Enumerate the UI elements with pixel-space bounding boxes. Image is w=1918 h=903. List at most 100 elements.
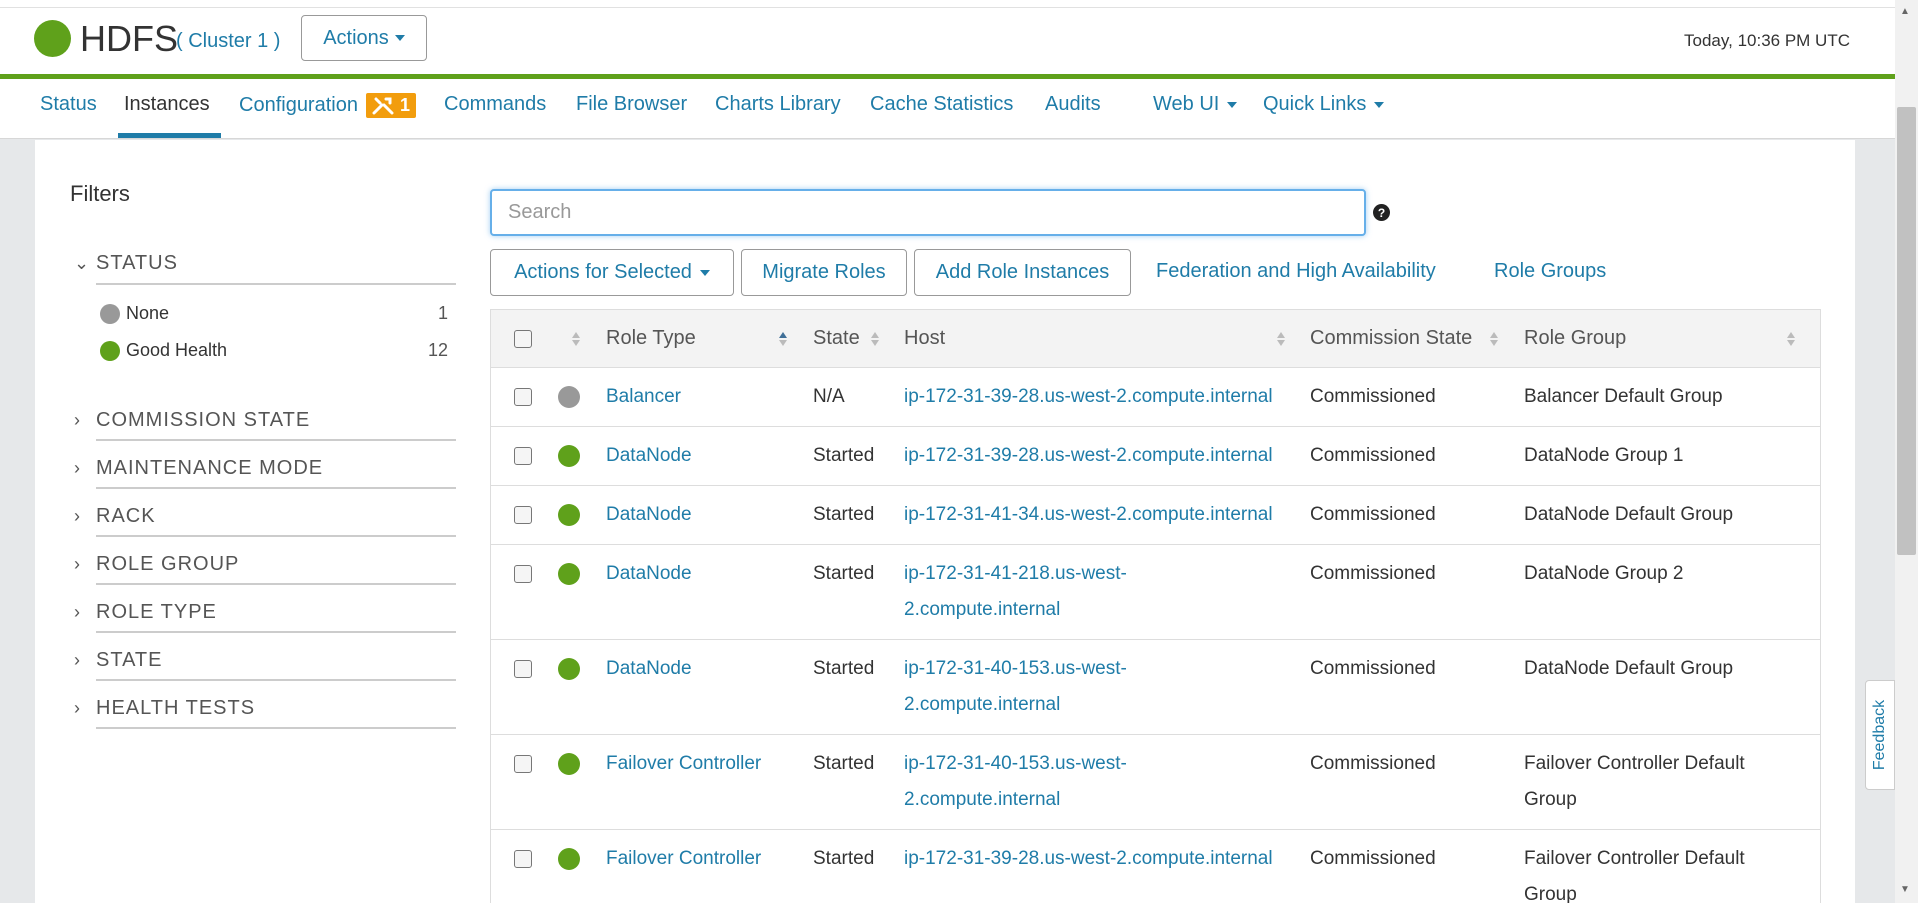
tab-audits[interactable]: Audits [1045, 93, 1101, 116]
instances-table: Role Type State Host Commission State Ro… [490, 309, 1821, 903]
host-link[interactable]: ip-172-31-39-28.us-west-2.compute.intern… [904, 841, 1294, 877]
row-checkbox[interactable] [514, 388, 532, 406]
role-group: Balancer Default Group [1524, 386, 1723, 407]
role-type-link[interactable]: DataNode [606, 438, 692, 474]
help-icon[interactable]: ? [1373, 204, 1390, 221]
sort-icon[interactable] [1787, 330, 1795, 348]
role-type-link[interactable]: DataNode [606, 651, 692, 687]
search-input[interactable] [490, 189, 1366, 236]
tab-file-browser[interactable]: File Browser [576, 93, 687, 116]
scrollbar-thumb[interactable] [1897, 107, 1916, 555]
row-checkbox[interactable] [514, 506, 532, 524]
top-strip [0, 0, 1895, 7]
host-link[interactable]: ip-172-31-41-34.us-west-2.compute.intern… [904, 497, 1294, 533]
table-row[interactable]: Balancer N/A ip-172-31-39-28.us-west-2.c… [491, 368, 1820, 427]
role-type-link[interactable]: DataNode [606, 556, 692, 592]
role-group: DataNode Group 2 [1524, 563, 1684, 584]
tab-quick-links[interactable]: Quick Links [1263, 93, 1385, 116]
divider [96, 535, 456, 537]
col-role-type[interactable]: Role Type [606, 327, 696, 350]
active-tab-indicator [118, 133, 221, 138]
sort-icon[interactable] [1490, 330, 1498, 348]
sort-icon[interactable] [1277, 330, 1285, 348]
filter-maintenance-mode-toggle[interactable]: › MAINTENANCE MODE [74, 457, 323, 480]
tab-web-ui[interactable]: Web UI [1153, 93, 1238, 116]
role-state: Started [813, 504, 875, 525]
filter-label: HEALTH TESTS [96, 697, 256, 719]
filter-state-toggle[interactable]: › STATE [74, 649, 162, 672]
role-group: DataNode Group 1 [1524, 445, 1684, 466]
filter-status-toggle[interactable]: ⌄ STATUS [74, 252, 178, 275]
service-actions-button[interactable]: Actions [301, 15, 427, 61]
row-checkbox[interactable] [514, 565, 532, 583]
filter-option-none[interactable]: None 1 [100, 303, 448, 324]
sort-icon[interactable] [871, 330, 879, 348]
caret-down-icon [1227, 101, 1238, 108]
role-group: DataNode Default Group [1524, 658, 1734, 679]
role-type-link[interactable]: Failover Controller [606, 746, 761, 782]
sort-asc-icon[interactable] [779, 330, 787, 348]
federation-link[interactable]: Federation and High Availability [1156, 260, 1436, 283]
filter-role-group-toggle[interactable]: › ROLE GROUP [74, 553, 239, 576]
add-role-instances-button[interactable]: Add Role Instances [914, 249, 1131, 296]
filter-commission-state-toggle[interactable]: › COMMISSION STATE [74, 409, 310, 432]
scroll-down-icon[interactable]: ▼ [1900, 884, 1910, 895]
col-commission-state[interactable]: Commission State [1310, 327, 1472, 350]
role-type-link[interactable]: Failover Controller [606, 841, 761, 877]
divider [96, 631, 456, 633]
col-host[interactable]: Host [904, 327, 945, 350]
tab-instances[interactable]: Instances [124, 93, 210, 116]
tab-configuration-label: Configuration [239, 94, 358, 116]
filter-option-good-health[interactable]: Good Health 12 [100, 340, 448, 361]
actions-for-selected-button[interactable]: Actions for Selected [490, 249, 734, 296]
table-row[interactable]: Failover Controller Started ip-172-31-39… [491, 830, 1820, 903]
row-checkbox[interactable] [514, 755, 532, 773]
service-health-icon [34, 20, 71, 57]
row-checkbox[interactable] [514, 850, 532, 868]
role-groups-link[interactable]: Role Groups [1494, 260, 1606, 283]
tab-charts-library[interactable]: Charts Library [715, 93, 841, 116]
scroll-up-icon[interactable]: ▲ [1900, 6, 1910, 17]
role-group: Failover Controller Default Group [1524, 753, 1745, 810]
commission-state: Commissioned [1310, 445, 1436, 466]
filter-label: ROLE TYPE [96, 601, 217, 623]
col-role-group[interactable]: Role Group [1524, 327, 1626, 350]
sort-icon[interactable] [572, 330, 580, 348]
role-state: Started [813, 848, 875, 869]
role-type-link[interactable]: DataNode [606, 497, 692, 533]
row-checkbox[interactable] [514, 447, 532, 465]
tab-configuration[interactable]: Configuration 1 [239, 93, 416, 118]
col-state[interactable]: State [813, 327, 860, 350]
tab-cache-statistics[interactable]: Cache Statistics [870, 93, 1013, 116]
table-row[interactable]: DataNode Started ip-172-31-41-218.us-wes… [491, 545, 1820, 640]
table-row[interactable]: DataNode Started ip-172-31-41-34.us-west… [491, 486, 1820, 545]
host-link[interactable]: ip-172-31-41-218.us-west-2.compute.inter… [904, 556, 1149, 628]
table-row[interactable]: DataNode Started ip-172-31-40-153.us-wes… [491, 640, 1820, 735]
filter-label: COMMISSION STATE [96, 409, 311, 431]
feedback-tab[interactable]: Feedback [1865, 680, 1895, 790]
caret-down-icon [1374, 101, 1385, 108]
tab-status[interactable]: Status [40, 93, 97, 116]
role-type-link[interactable]: Balancer [606, 379, 681, 415]
select-all-checkbox[interactable] [514, 330, 532, 348]
host-link[interactable]: ip-172-31-39-28.us-west-2.compute.intern… [904, 438, 1294, 474]
filter-health-tests-toggle[interactable]: › HEALTH TESTS [74, 697, 255, 720]
filter-label: STATE [96, 649, 163, 671]
filter-rack-toggle[interactable]: › RACK [74, 505, 156, 528]
table-row[interactable]: DataNode Started ip-172-31-39-28.us-west… [491, 427, 1820, 486]
config-issues-badge[interactable]: 1 [365, 93, 416, 118]
host-link[interactable]: ip-172-31-39-28.us-west-2.compute.intern… [904, 379, 1294, 415]
tab-commands[interactable]: Commands [444, 93, 546, 116]
role-group: Failover Controller Default Group [1524, 848, 1745, 903]
filter-option-count: 12 [427, 340, 448, 360]
status-none-icon [558, 386, 580, 408]
host-link[interactable]: ip-172-31-40-153.us-west-2.compute.inter… [904, 746, 1149, 818]
chevron-right-icon: › [74, 554, 81, 574]
host-link[interactable]: ip-172-31-40-153.us-west-2.compute.inter… [904, 651, 1149, 723]
migrate-roles-button[interactable]: Migrate Roles [741, 249, 907, 296]
row-checkbox[interactable] [514, 660, 532, 678]
table-row[interactable]: Failover Controller Started ip-172-31-40… [491, 735, 1820, 830]
filter-role-type-toggle[interactable]: › ROLE TYPE [74, 601, 217, 624]
cluster-link[interactable]: ( Cluster 1 ) [176, 30, 280, 53]
commission-state: Commissioned [1310, 504, 1436, 525]
